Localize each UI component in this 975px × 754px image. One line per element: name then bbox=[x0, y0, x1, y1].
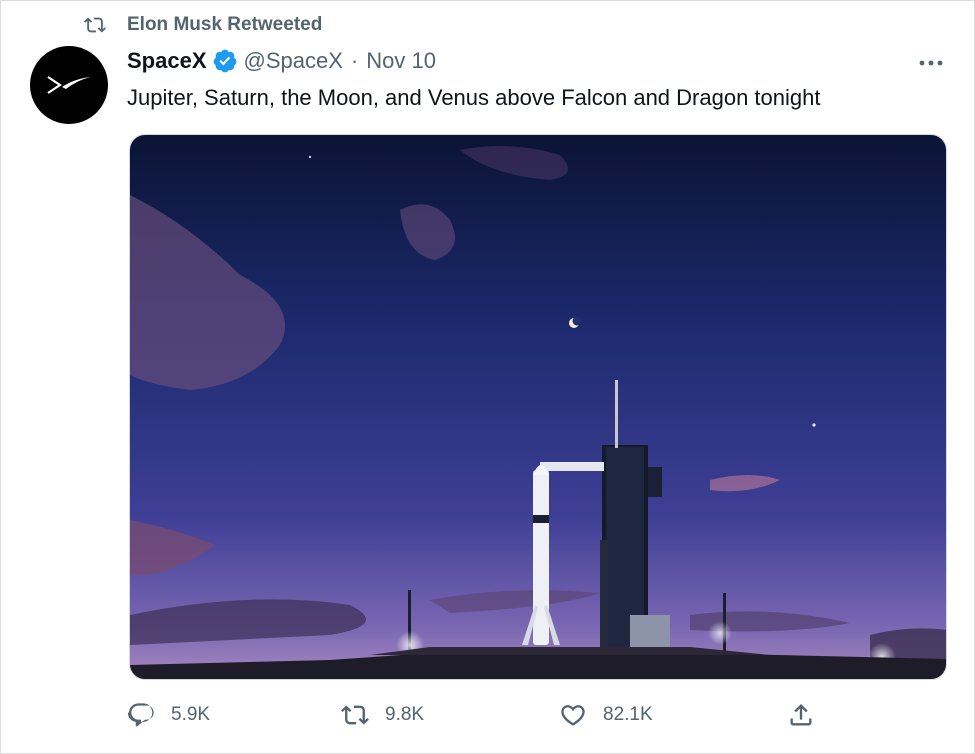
retweet-button[interactable]: 9.8K bbox=[341, 701, 424, 729]
more-options-icon[interactable] bbox=[916, 53, 946, 73]
separator-dot: · bbox=[350, 48, 359, 73]
like-button[interactable]: 82.1K bbox=[559, 701, 653, 729]
tweet-photo[interactable] bbox=[129, 134, 947, 680]
tweet-actions: 5.9K 9.8K 82.1K bbox=[127, 701, 827, 735]
handle[interactable]: @SpaceX bbox=[244, 48, 343, 74]
display-name[interactable]: SpaceX bbox=[127, 48, 207, 74]
share-icon bbox=[790, 704, 812, 726]
retweet-context[interactable]: Elon Musk Retweeted bbox=[81, 12, 322, 38]
spacex-logo-icon bbox=[47, 76, 90, 94]
retweet-count: 9.8K bbox=[385, 704, 425, 725]
reply-count: 5.9K bbox=[171, 704, 211, 725]
tweet-date[interactable]: Nov 10 bbox=[366, 48, 436, 74]
heart-icon bbox=[561, 705, 585, 726]
like-count: 82.1K bbox=[603, 704, 653, 725]
reply-icon bbox=[127, 703, 154, 727]
tweet-card[interactable]: Elon Musk Retweeted SpaceX @SpaceX · Nov… bbox=[0, 0, 975, 754]
retweet-context-text: Elon Musk Retweeted bbox=[127, 14, 323, 35]
verified-badge-icon bbox=[213, 49, 236, 73]
launch-pad-night-photo bbox=[130, 135, 946, 679]
share-button[interactable] bbox=[787, 701, 831, 729]
retweet-icon bbox=[341, 705, 369, 725]
reply-button[interactable]: 5.9K bbox=[127, 701, 210, 729]
tweet-header: SpaceX @SpaceX · Nov 10 bbox=[127, 46, 436, 76]
tweet-text: Jupiter, Saturn, the Moon, and Venus abo… bbox=[127, 85, 821, 110]
avatar[interactable] bbox=[30, 46, 108, 124]
retweet-icon bbox=[84, 17, 106, 33]
